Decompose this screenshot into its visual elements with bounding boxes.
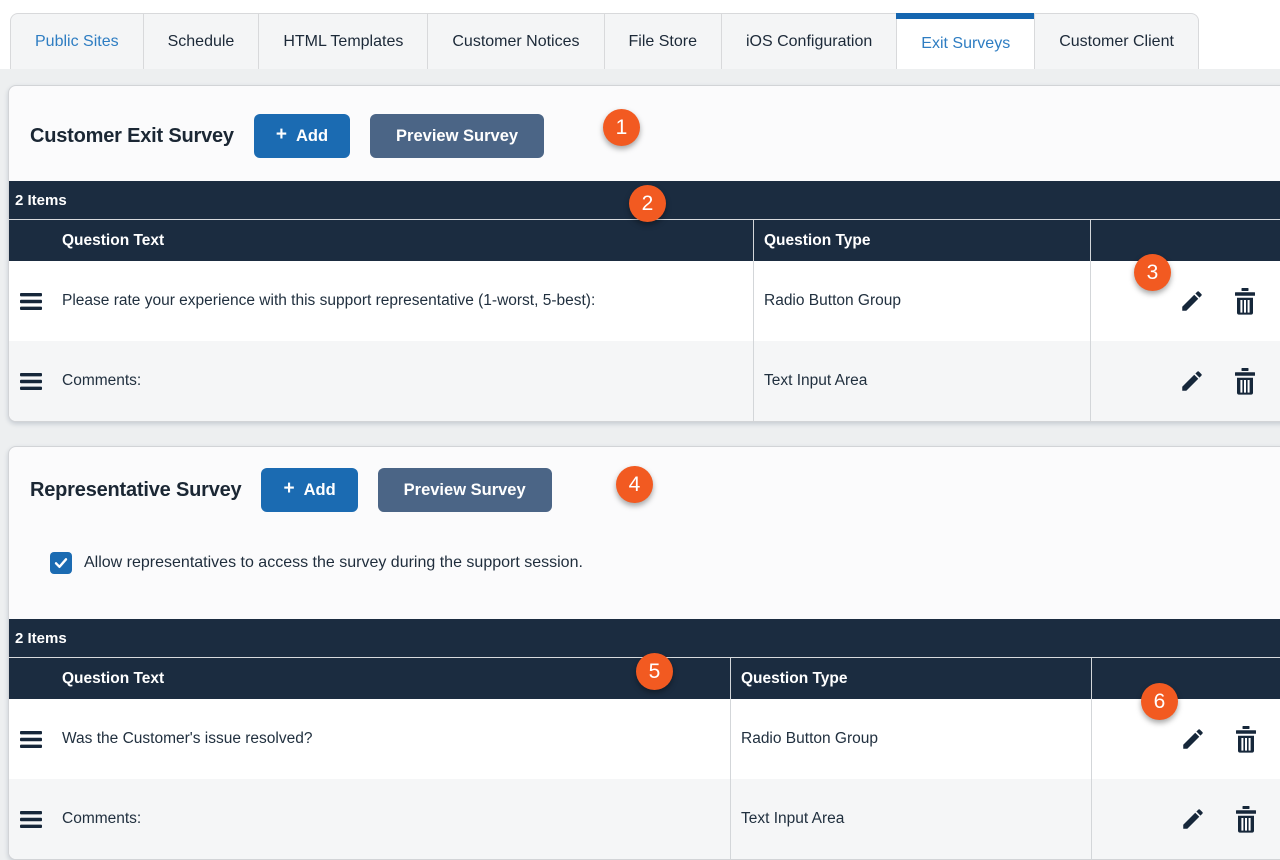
question-type: Text Input Area (753, 341, 1090, 421)
tab-file-store[interactable]: File Store (603, 13, 722, 69)
trash-icon (1234, 805, 1258, 833)
trash-icon (1234, 725, 1258, 753)
delete-button[interactable] (1234, 725, 1258, 753)
column-header-question-type: Question Type (730, 658, 1091, 699)
drag-handle-icon[interactable] (20, 730, 42, 748)
edit-button[interactable] (1179, 368, 1205, 394)
drag-handle-icon[interactable] (20, 372, 42, 390)
question-text: Comments: (62, 372, 142, 389)
representative-survey-section: Representative Survey + Add Preview Surv… (8, 446, 1280, 860)
edit-button[interactable] (1179, 288, 1205, 314)
tab-customer-client[interactable]: Customer Client (1034, 13, 1199, 69)
plus-icon: + (275, 124, 287, 145)
tab-html-templates[interactable]: HTML Templates (258, 13, 429, 69)
customer-exit-survey-header: Customer Exit Survey + Add Preview Surve… (9, 86, 1280, 181)
add-button-label: Add (295, 126, 329, 145)
column-header-actions (1091, 658, 1280, 699)
tab-customer-notices[interactable]: Customer Notices (427, 13, 605, 69)
edit-button[interactable] (1180, 726, 1206, 752)
preview-survey-button[interactable]: Preview Survey (377, 468, 552, 512)
customer-questions-table: Question Text Question Type Please rate … (9, 219, 1280, 421)
question-type: Radio Button Group (753, 261, 1090, 341)
plus-icon: + (283, 478, 295, 499)
callout-badge-2: 2 (629, 185, 666, 222)
allow-survey-option: Allow representatives to access the surv… (50, 552, 1280, 574)
column-header-question-text: Question Text (62, 669, 165, 687)
tab-schedule[interactable]: Schedule (142, 13, 260, 69)
callout-badge-3: 3 (1134, 254, 1171, 291)
question-type: Radio Button Group (730, 699, 1091, 779)
preview-survey-button[interactable]: Preview Survey (370, 114, 545, 158)
question-type: Text Input Area (730, 779, 1091, 859)
pencil-icon (1180, 806, 1206, 832)
drag-handle-icon[interactable] (20, 810, 42, 828)
column-header-question-type: Question Type (753, 220, 1090, 261)
question-text: Was the Customer's issue resolved? (62, 730, 313, 747)
add-button-label: Add (303, 480, 336, 499)
column-header-actions (1090, 220, 1280, 261)
table-header-row: Question Text Question Type (9, 219, 1280, 261)
callout-badge-4: 4 (616, 466, 653, 503)
question-row: Was the Customer's issue resolved? Radio… (9, 699, 1280, 779)
delete-button[interactable] (1233, 367, 1257, 395)
column-header-question-text: Question Text (62, 231, 165, 249)
pencil-icon (1180, 726, 1206, 752)
exit-surveys-page: Public Sites Schedule HTML Templates Cus… (0, 0, 1280, 860)
delete-button[interactable] (1233, 287, 1257, 315)
trash-icon (1233, 367, 1257, 395)
tab-ios-configuration[interactable]: iOS Configuration (720, 13, 898, 69)
checkmark-icon (53, 555, 69, 571)
trash-icon (1233, 287, 1257, 315)
callout-badge-1: 1 (603, 109, 640, 146)
add-question-button[interactable]: + Add (261, 468, 358, 512)
section-title: Customer Exit Survey (30, 124, 234, 147)
question-row: Comments: Text Input Area (9, 341, 1280, 421)
tab-bar: Public Sites Schedule HTML Templates Cus… (0, 0, 1280, 69)
drag-handle-icon[interactable] (20, 292, 42, 310)
section-title: Representative Survey (30, 478, 242, 501)
customer-exit-survey-section: Customer Exit Survey + Add Preview Surve… (8, 85, 1280, 422)
items-count-bar: 2 Items (9, 619, 1280, 657)
question-text: Please rate your experience with this su… (62, 292, 596, 309)
question-text: Comments: (62, 810, 142, 827)
pencil-icon (1179, 288, 1205, 314)
allow-survey-checkbox[interactable] (50, 552, 72, 574)
allow-survey-label: Allow representatives to access the surv… (84, 554, 583, 571)
tab-exit-surveys[interactable]: Exit Surveys (896, 13, 1036, 69)
question-row: Please rate your experience with this su… (9, 261, 1280, 341)
tab-public-sites[interactable]: Public Sites (10, 13, 144, 69)
add-question-button[interactable]: + Add (253, 114, 351, 158)
edit-button[interactable] (1180, 806, 1206, 832)
pencil-icon (1179, 368, 1205, 394)
delete-button[interactable] (1234, 805, 1258, 833)
callout-badge-5: 5 (636, 653, 673, 690)
callout-badge-6: 6 (1141, 683, 1178, 720)
question-row: Comments: Text Input Area (9, 779, 1280, 859)
